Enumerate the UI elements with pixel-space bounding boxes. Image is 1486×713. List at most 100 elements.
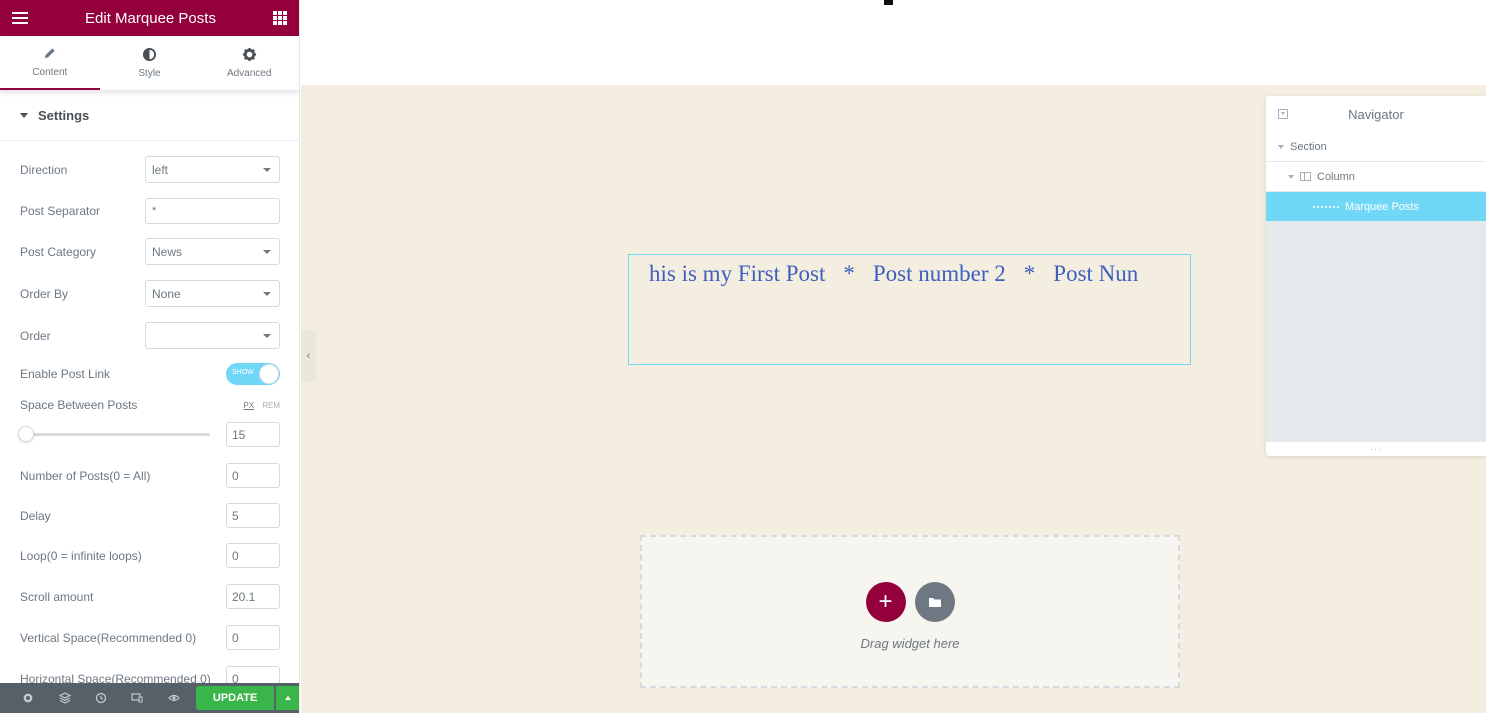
post-link-toggle[interactable]: SHOW: [226, 363, 280, 385]
scroll-amount-label: Scroll amount: [20, 589, 94, 604]
history-icon[interactable]: [83, 692, 119, 704]
panel-tabs: Content Style Advanced: [0, 36, 299, 91]
menu-icon[interactable]: [12, 12, 28, 24]
navigator-item-marquee-posts[interactable]: Marquee Posts: [1266, 192, 1486, 222]
delay-label: Delay: [20, 508, 51, 523]
space-between-control: Space Between Posts PX REM: [20, 398, 280, 412]
update-button[interactable]: UPDATE: [195, 686, 275, 710]
marquee-separator: *: [1023, 261, 1036, 286]
order-by-value: None: [152, 286, 181, 301]
unit-px[interactable]: PX: [244, 401, 255, 410]
post-category-label: Post Category: [20, 244, 97, 259]
space-between-slider[interactable]: [18, 426, 210, 442]
widget-dropzone[interactable]: + Drag widget here: [640, 535, 1180, 688]
marquee-post-link[interactable]: Post Nun: [1053, 261, 1138, 286]
tab-style-label: Style: [138, 68, 161, 79]
layers-icon[interactable]: [46, 692, 82, 704]
direction-label: Direction: [20, 162, 68, 177]
vertical-space-label: Vertical Space(Recommended 0): [20, 630, 197, 645]
marquee-separator: *: [843, 261, 855, 286]
post-category-control: Post Category News: [20, 238, 280, 265]
settings-gear-icon[interactable]: [10, 692, 46, 704]
space-between-slider-row: 15: [18, 422, 280, 447]
responsive-icon[interactable]: [119, 692, 155, 704]
gear-icon: [242, 47, 256, 62]
half-circle-icon: [142, 47, 157, 62]
navigator-item-label: Section: [1290, 140, 1327, 153]
post-category-value: News: [152, 244, 183, 259]
vertical-space-control: Vertical Space(Recommended 0) 0: [20, 625, 280, 650]
marquee-track: his is my First Post * Post number 2 * Post …: [649, 261, 1138, 287]
order-select[interactable]: [145, 322, 280, 349]
navigator-title: Navigator: [1348, 106, 1404, 122]
toggle-text: SHOW: [232, 369, 254, 376]
toggle-knob: [259, 364, 279, 384]
enable-post-link-control: Enable Post Link SHOW: [20, 363, 280, 385]
canvas-header-area: [301, 0, 1486, 85]
chevron-down-icon: [263, 249, 271, 254]
tab-style[interactable]: Style: [100, 36, 200, 90]
scroll-amount-control: Scroll amount 20.1: [20, 584, 280, 609]
caret-down-icon[interactable]: [1288, 174, 1294, 179]
collapse-panel-button[interactable]: ‹: [301, 330, 316, 382]
tab-content-label: Content: [32, 67, 68, 78]
navigator-header[interactable]: Navigator: [1266, 96, 1486, 132]
chevron-up-icon: [285, 696, 292, 700]
order-by-control: Order By None: [20, 280, 280, 307]
settings-section-toggle[interactable]: Settings: [0, 91, 299, 141]
chevron-down-icon: [263, 291, 271, 296]
caret-down-icon[interactable]: [1278, 144, 1284, 149]
delay-input[interactable]: 5: [226, 503, 280, 528]
update-options-button[interactable]: [276, 686, 299, 710]
space-between-label: Space Between Posts: [20, 398, 138, 412]
enable-post-link-label: Enable Post Link: [20, 367, 111, 381]
vertical-space-input[interactable]: 0: [226, 625, 280, 650]
chevron-down-icon: [263, 167, 271, 172]
tab-advanced[interactable]: Advanced: [199, 36, 299, 90]
add-template-button[interactable]: [914, 582, 955, 622]
tab-content[interactable]: Content: [0, 36, 100, 90]
add-section-button[interactable]: +: [865, 582, 906, 622]
tab-advanced-label: Advanced: [226, 68, 272, 79]
post-category-select[interactable]: News: [145, 238, 280, 265]
order-control: Order: [20, 322, 280, 349]
marquee-posts-widget[interactable]: his is my First Post * Post number 2 * Post …: [628, 254, 1191, 365]
space-between-input[interactable]: 15: [226, 422, 280, 447]
slider-handle[interactable]: [18, 426, 34, 442]
navigator-item-column[interactable]: Column: [1266, 162, 1486, 192]
post-separator-control: Post Separator *: [20, 198, 280, 224]
chevron-left-icon: ‹: [306, 350, 311, 362]
marquee-post-link[interactable]: his is my First Post: [649, 261, 825, 286]
loop-control: Loop(0 = infinite loops) 0: [20, 543, 280, 568]
navigator-item-label: Marquee Posts: [1345, 200, 1419, 213]
delay-control: Delay 5: [20, 503, 280, 528]
number-of-posts-label: Number of Posts(0 = All): [20, 468, 151, 483]
direction-select[interactable]: left: [145, 156, 280, 183]
unit-rem[interactable]: REM: [262, 401, 280, 410]
post-separator-input[interactable]: *: [145, 198, 280, 224]
marquee-post-link[interactable]: Post number 2: [873, 261, 1006, 286]
widgets-grid-icon[interactable]: [273, 11, 287, 25]
order-by-select[interactable]: None: [145, 280, 280, 307]
number-of-posts-control: Number of Posts(0 = All) 0: [20, 463, 280, 488]
order-by-label: Order By: [20, 286, 69, 301]
navigator-resize-handle[interactable]: ···: [1266, 442, 1486, 456]
caret-down-icon: [20, 113, 28, 118]
direction-control: Direction left: [20, 156, 280, 183]
chevron-down-icon: [263, 333, 271, 338]
loop-input[interactable]: 0: [226, 543, 280, 568]
column-icon: [1300, 172, 1311, 181]
loop-label: Loop(0 = infinite loops): [20, 548, 142, 563]
panel-title: Edit Marquee Posts: [85, 9, 216, 27]
marquee-widget-icon: [1313, 205, 1339, 208]
scroll-amount-input[interactable]: 20.1: [226, 584, 280, 609]
panel-header: Edit Marquee Posts: [0, 0, 299, 36]
number-of-posts-input[interactable]: 0: [226, 463, 280, 488]
post-separator-label: Post Separator: [20, 204, 101, 218]
order-label: Order: [20, 328, 51, 343]
navigator-panel: Navigator Section Column Marquee Posts ·…: [1266, 96, 1486, 456]
panel-footer: UPDATE: [0, 683, 299, 713]
navigator-item-section[interactable]: Section: [1266, 132, 1486, 162]
settings-section-title: Settings: [38, 108, 90, 123]
eye-icon[interactable]: [155, 692, 191, 704]
